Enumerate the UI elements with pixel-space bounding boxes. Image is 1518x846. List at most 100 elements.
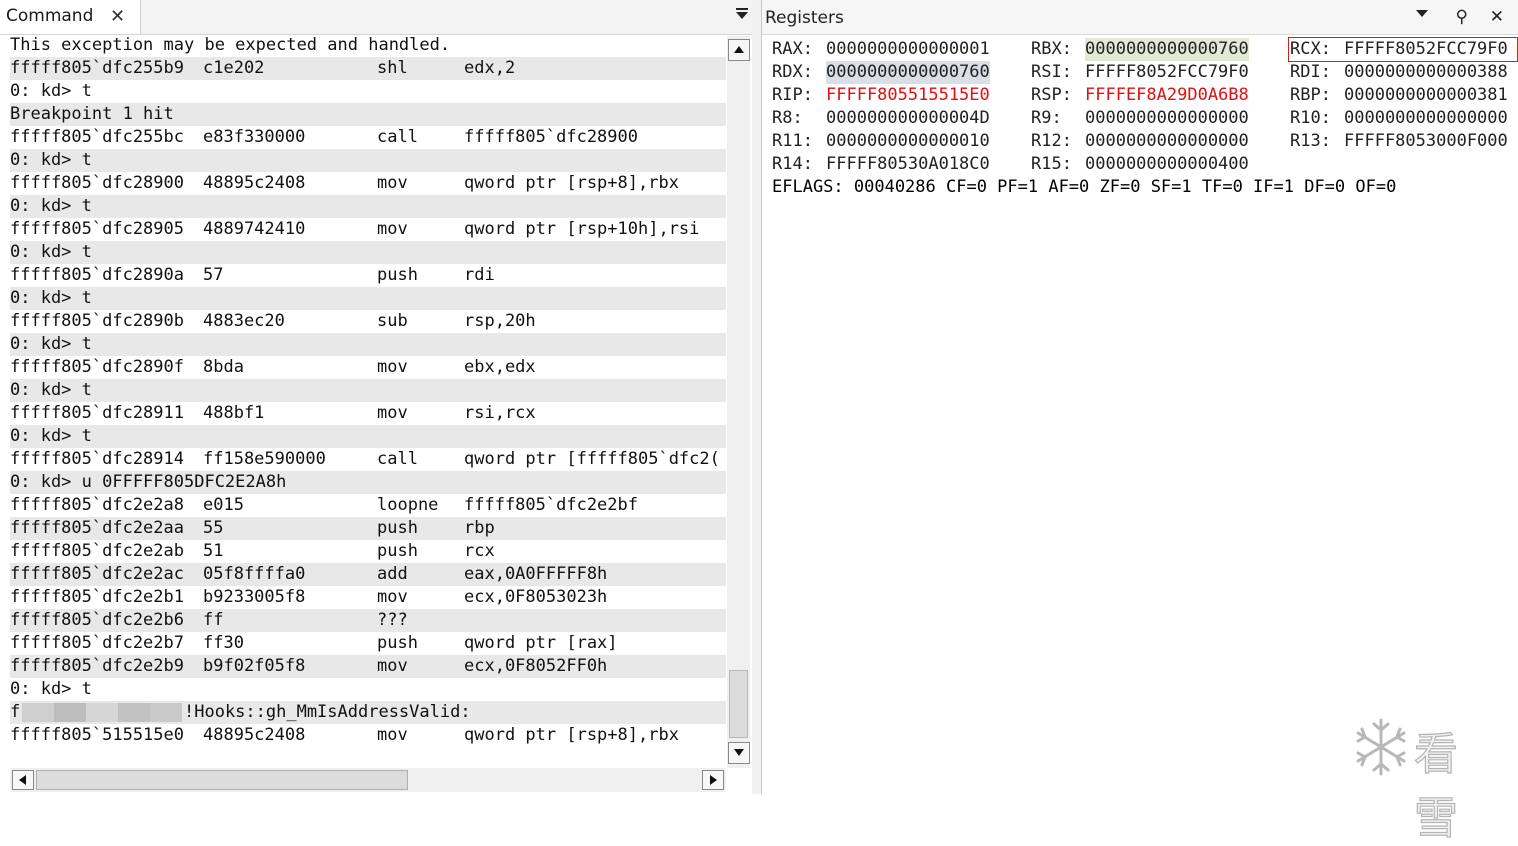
register-value[interactable]: 0000000000000388 xyxy=(1344,61,1508,84)
register-value[interactable]: 0000000000000381 xyxy=(1344,84,1508,107)
register-value[interactable]: FFFFF8053000F000 xyxy=(1344,130,1508,153)
register-name: R14: xyxy=(772,154,813,174)
line-operands: rcx xyxy=(464,541,495,561)
registers-window: Registers ⚲ ✕ RAX: 0000000000000001 RBX: 00… xyxy=(761,0,1518,794)
line-bytes: e015 xyxy=(203,495,244,515)
close-icon[interactable]: ✕ xyxy=(110,6,125,27)
line-addr: 0: kd> t xyxy=(10,81,92,101)
line-operands: edx,2 xyxy=(464,58,516,78)
register-value[interactable]: 0000000000000760 xyxy=(826,61,990,84)
line-addr: fffff805`dfc2e2b6 xyxy=(10,610,184,630)
line-addr: fffff805`dfc255b9 xyxy=(10,58,184,78)
register-value[interactable]: 0000000000000010 xyxy=(826,130,990,153)
vertical-scrollbar[interactable] xyxy=(727,36,750,768)
line-mnemonic: mov xyxy=(377,725,408,745)
tab-command[interactable]: Command ✕ xyxy=(0,0,141,34)
register-value[interactable]: 0000000000000001 xyxy=(826,38,990,61)
line-addr: fffff805`dfc2e2a8 xyxy=(10,495,184,515)
close-icon[interactable]: ✕ xyxy=(1490,6,1504,28)
register-value[interactable]: FFFFF805515515E0 xyxy=(826,84,990,107)
line-mnemonic: push xyxy=(377,633,418,653)
output-line: 0: kd> t xyxy=(10,241,726,264)
registers-title: Registers xyxy=(765,8,844,28)
vertical-scroll-thumb[interactable] xyxy=(729,670,748,738)
line-operands: rsi,rcx xyxy=(464,403,536,423)
pin-icon[interactable]: ⚲ xyxy=(1456,6,1468,28)
arrow-down-icon xyxy=(734,749,744,756)
redaction-block xyxy=(86,703,118,722)
line-operands: ecx,0F8052FF0h xyxy=(464,656,608,676)
output-line: This exception may be expected and handl… xyxy=(10,34,726,57)
line-addr: This exception may be expected and handl… xyxy=(10,35,451,55)
line-addr: fffff805`dfc28911 xyxy=(10,403,184,423)
scroll-up-button[interactable] xyxy=(728,39,750,61)
watermark-logo: 看雪 xyxy=(1352,716,1504,845)
chevron-down-icon[interactable] xyxy=(1416,10,1428,17)
register-value[interactable]: 0000000000000000 xyxy=(1344,107,1508,130)
line-bytes: 57 xyxy=(203,265,224,285)
output-line: fffff805`dfc255bc e83f330000 call fffff805`… xyxy=(10,126,726,149)
output-line: fffff805`dfc2e2b7 ff30 push qword ptr [rax] xyxy=(10,632,726,655)
register-name: R12: xyxy=(1031,131,1072,151)
scroll-left-button[interactable] xyxy=(12,770,34,790)
line-bytes: 48895c2408 xyxy=(203,173,306,193)
line-bytes: ff xyxy=(203,610,224,630)
command-output[interactable]: This exception may be expected and handl… xyxy=(10,34,726,766)
register-value[interactable]: 0000000000000400 xyxy=(1085,153,1249,176)
register-value[interactable]: FFFFEF8A29D0A6B8 xyxy=(1085,84,1249,107)
redaction-block xyxy=(54,703,86,722)
register-name: RBP: xyxy=(1290,85,1331,105)
register-value[interactable]: FFFFF80530A018C0 xyxy=(826,153,990,176)
register-name: R15: xyxy=(1031,154,1072,174)
line-operands: rsp,20h xyxy=(464,311,536,331)
output-line: 0: kd> t xyxy=(10,195,726,218)
registers-header: Registers ⚲ ✕ xyxy=(762,0,1518,35)
line-bytes: 48895c2408 xyxy=(203,725,306,745)
line-bytes: 4889742410 xyxy=(203,219,306,239)
redaction-block xyxy=(118,703,150,722)
register-value[interactable]: 0000000000000760 xyxy=(1085,38,1249,61)
line-addr: 0: kd> u 0FFFFF805DFC2E2A8h xyxy=(10,472,287,492)
line-mnemonic: sub xyxy=(377,311,408,331)
output-line: fffff805`dfc2e2a8 e015 loopne fffff805`dfc2… xyxy=(10,494,726,517)
line-addr: 0: kd> t xyxy=(10,426,92,446)
line-bytes: 05f8ffffa0 xyxy=(203,564,306,584)
line-operands: rbp xyxy=(464,518,495,538)
register-value[interactable]: 000000000000004D xyxy=(826,107,990,130)
register-value[interactable]: FFFFF8052FCC79F0 xyxy=(1085,61,1249,84)
scroll-down-button[interactable] xyxy=(728,742,750,764)
register-name: RSP: xyxy=(1031,85,1072,105)
register-name: RIP: xyxy=(772,85,813,105)
output-line: fffff805`dfc2e2ac 05f8ffffa0 add eax,0A0FFF… xyxy=(10,563,726,586)
line-addr: fffff805`dfc2e2b9 xyxy=(10,656,184,676)
horizontal-scrollbar[interactable] xyxy=(10,768,726,792)
eflags-row: EFLAGS: 00040286 CF=0 PF=1 AF=0 ZF=0 SF=… xyxy=(772,177,1397,197)
snowflake-icon xyxy=(1356,718,1406,776)
output-line: 0: kd> t xyxy=(10,678,726,701)
line-operands: qword ptr [rsp+8],rbx xyxy=(464,173,679,193)
line-operands: ecx,0F8053023h xyxy=(464,587,608,607)
output-line: fffff805`dfc2e2aa 55 push rbp xyxy=(10,517,726,540)
line-bytes: 8bda xyxy=(203,357,244,377)
line-mnemonic: mov xyxy=(377,173,408,193)
window-menu-icon[interactable] xyxy=(736,8,748,19)
register-row: RIP: FFFFF805515515E0 RSP: FFFFEF8A29D0A6B8… xyxy=(772,84,1518,107)
output-line: fffff805`dfc2890a 57 push rdi xyxy=(10,264,726,287)
horizontal-scroll-thumb[interactable] xyxy=(36,770,408,790)
command-tabbar: Command ✕ xyxy=(0,0,752,35)
output-line: 0: kd> t xyxy=(10,80,726,103)
pane-splitter[interactable] xyxy=(752,0,761,794)
register-value[interactable]: 0000000000000000 xyxy=(1085,130,1249,153)
line-addr: fffff805`dfc2890f xyxy=(10,357,184,377)
line-mnemonic: push xyxy=(377,265,418,285)
line-addr: fffff805`515515e0 xyxy=(10,725,184,745)
scroll-right-button[interactable] xyxy=(702,770,724,790)
output-line: Breakpoint 1 hit xyxy=(10,103,726,126)
output-line: 0: kd> t xyxy=(10,149,726,172)
line-addr: fffff805`dfc28905 xyxy=(10,219,184,239)
register-value[interactable]: 0000000000000000 xyxy=(1085,107,1249,130)
output-line: !Hooks::gh_MmIsAddressValid: f xyxy=(10,701,726,724)
register-name: R11: xyxy=(772,131,813,151)
redacted-module-prefix: f xyxy=(10,702,21,722)
line-addr: Breakpoint 1 hit xyxy=(10,104,174,124)
